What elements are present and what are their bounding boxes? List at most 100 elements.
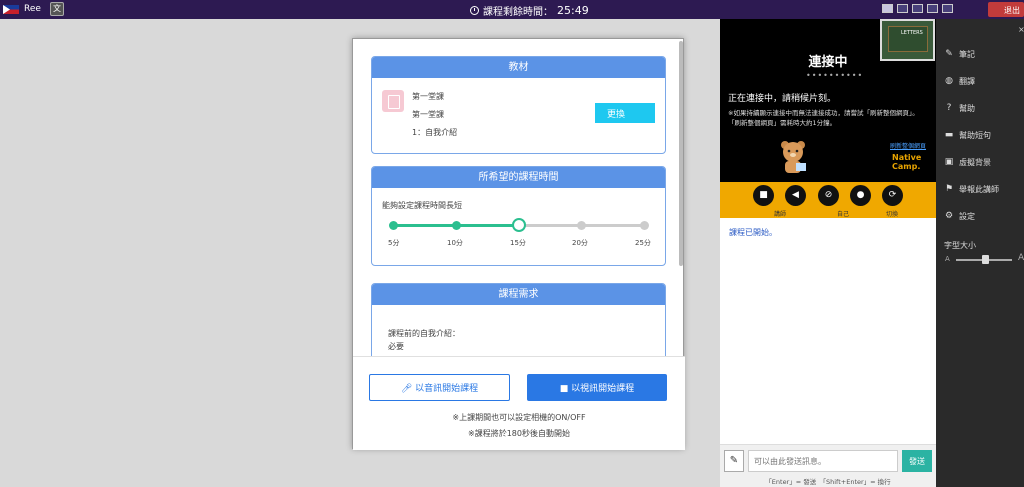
lesson-timer: 課程剩餘時間： 25:49 — [470, 3, 589, 18]
self-camera-off-button[interactable]: ⊘ — [818, 185, 839, 206]
nativecamp-logo: Native Camp. — [892, 153, 921, 171]
logo-line-1: Native — [892, 153, 922, 162]
duration-label-15: 15分 — [510, 239, 526, 247]
layout-2-icon[interactable] — [897, 4, 908, 13]
layout-3-icon[interactable] — [912, 4, 923, 13]
call-controls: ■ ◀ ⊘ ● ⟳ 講師 自己 切換 — [720, 182, 936, 218]
label-lecturer: 講師 — [774, 211, 787, 218]
clock-icon — [470, 6, 479, 15]
timer-label: 課程剩餘時間： — [483, 7, 553, 18]
camera-off-icon: ⊘ — [824, 190, 833, 200]
font-size-label: 字型大小 — [944, 241, 976, 250]
menu-translate[interactable]: ◍ 翻譯 — [944, 76, 975, 87]
modal-footer: 🎤︎ 以音訊開始課程 ■ 以視訊開始課程 ※上課期間也可以設定相機的ON/OFF… — [353, 356, 685, 450]
connecting-note: ※如果持續顯示連接中而無法連接成功，請嘗試「刷新整個網頁」。「刷新整個網頁」需耗… — [728, 109, 919, 127]
label-self: 自己 — [837, 211, 850, 218]
request-intro-label: 課程前的自我介紹： — [388, 329, 460, 338]
pen-button[interactable]: ✎ — [724, 450, 744, 472]
exit-label: 退出 — [1004, 6, 1020, 15]
start-audio-lesson-button[interactable]: 🎤︎ 以音訊開始課程 — [369, 374, 510, 401]
start-video-lesson-button[interactable]: ■ 以視訊開始課程 — [527, 374, 667, 401]
modal-scrollbar[interactable] — [679, 41, 683, 266]
refresh-icon: ⟳ — [888, 190, 897, 200]
layout-switcher — [882, 4, 953, 13]
duration-label-25: 25分 — [635, 239, 651, 247]
pencil-icon: ✎ — [945, 49, 953, 59]
connecting-dots: •••••••••• — [806, 71, 864, 80]
menu-report-label: 舉報此講師 — [959, 185, 999, 194]
chat-input[interactable] — [748, 450, 898, 472]
material-course: 第一堂課 — [412, 92, 444, 101]
speech-icon: ▬ — [944, 130, 954, 140]
duration-label-20: 20分 — [572, 239, 588, 247]
exit-button[interactable]: 退出 — [988, 2, 1024, 17]
duration-option-25[interactable] — [640, 221, 649, 230]
font-large-label: A — [1018, 253, 1024, 263]
label-switch: 切換 — [886, 211, 899, 218]
tutor-speaker-button[interactable]: ◀ — [785, 185, 806, 206]
layout-5-icon[interactable] — [942, 4, 953, 13]
menu-virtual-bg[interactable]: ▣ 虛擬背景 — [944, 157, 991, 168]
connecting-title: 連接中 — [808, 55, 848, 70]
layout-4-icon[interactable] — [927, 4, 938, 13]
duration-option-20[interactable] — [577, 221, 586, 230]
audio-button-label: 以音訊開始課程 — [415, 384, 479, 394]
connecting-message: 正在連接中，請稍候片刻。 — [728, 94, 837, 104]
auto-start-note: ※課程將於180秒後自動開始 — [468, 429, 570, 438]
menu-help[interactable]: ? 幫助 — [944, 103, 975, 114]
material-chapter: 1：自我介紹 — [412, 128, 458, 137]
tutor-camera-button[interactable]: ■ — [753, 185, 774, 206]
chat-message: 課程已開始。 — [729, 228, 777, 237]
duration-option-15[interactable] — [512, 218, 526, 232]
close-icon[interactable]: × — [1018, 25, 1024, 34]
video-camera-icon: ■ — [559, 384, 572, 394]
gear-icon: ⚙ — [944, 211, 954, 221]
menu-translate-label: 翻譯 — [959, 77, 975, 86]
send-button[interactable]: 發送 — [902, 450, 932, 472]
switch-button[interactable]: ⟳ — [882, 185, 903, 206]
board-image: LETTERS — [888, 26, 928, 52]
app-name: Ree — [24, 4, 41, 14]
font-size-slider-handle[interactable] — [982, 255, 989, 264]
menu-help-phrases-label: 幫助短句 — [959, 131, 991, 140]
chat-input-row: ✎ 發送 「Enter」= 發送 「Shift+Enter」= 換行 — [720, 444, 936, 487]
refresh-page-link[interactable]: 刷新整個網頁 — [890, 141, 926, 150]
book-icon — [382, 90, 404, 112]
self-mic-button[interactable]: ● — [850, 185, 871, 206]
flag-icon: ⚑ — [944, 184, 954, 194]
duration-label-5: 5分 — [388, 239, 400, 247]
menu-settings[interactable]: ⚙ 設定 — [944, 211, 975, 222]
layout-1-icon[interactable] — [882, 4, 893, 13]
microphone-icon: ● — [856, 190, 865, 200]
duration-option-10[interactable] — [452, 221, 461, 230]
duration-subtitle: 能夠設定課程時間長短 — [382, 201, 462, 210]
flag-logo-icon — [3, 5, 19, 14]
bear-mascot-icon — [781, 141, 806, 173]
request-intro-value: 必要 — [388, 342, 404, 351]
board-text: LETTERS — [901, 30, 923, 36]
menu-notes[interactable]: ✎ 筆記 — [944, 49, 975, 60]
video-button-label: 以視訊開始課程 — [571, 384, 635, 394]
request-header: 課程需求 — [372, 284, 665, 305]
camera-icon: ■ — [759, 190, 768, 200]
menu-help-phrases[interactable]: ▬ 幫助短句 — [944, 130, 991, 141]
font-small-label: A — [945, 255, 950, 263]
image-icon: ▣ — [944, 157, 954, 167]
question-icon: ? — [946, 103, 952, 113]
duration-header: 所希望的課程時間 — [372, 167, 665, 188]
menu-virtual-bg-label: 虛擬背景 — [959, 158, 991, 167]
menu-settings-label: 設定 — [959, 212, 975, 221]
logo-line-2: Camp. — [892, 162, 921, 171]
chat-hint: 「Enter」= 發送 「Shift+Enter」= 換行 — [765, 478, 891, 486]
modal-scroll-area[interactable]: 教材 第一堂課 第一堂課 1：自我介紹 更換 所希望的課程時間 能夠設定課程時間… — [353, 39, 685, 356]
duration-option-5[interactable] — [389, 221, 398, 230]
duration-card: 所希望的課程時間 能夠設定課程時間長短 5分 10分 15分 20分 25分 — [371, 166, 666, 266]
translate-app-icon[interactable]: 文 — [50, 2, 64, 16]
top-bar: Ree 文 課程剩餘時間： 25:49 退出 — [0, 0, 1024, 19]
pencil-icon: ✎ — [729, 455, 739, 466]
change-material-button[interactable]: 更換 — [595, 103, 655, 123]
material-card: 教材 第一堂課 第一堂課 1：自我介紹 更換 — [371, 56, 666, 154]
camera-note: ※上課期間也可以設定相機的ON/OFF — [452, 413, 586, 422]
menu-report[interactable]: ⚑ 舉報此講師 — [944, 184, 999, 195]
request-card: 課程需求 課程前的自我介紹： 必要 — [371, 283, 666, 356]
